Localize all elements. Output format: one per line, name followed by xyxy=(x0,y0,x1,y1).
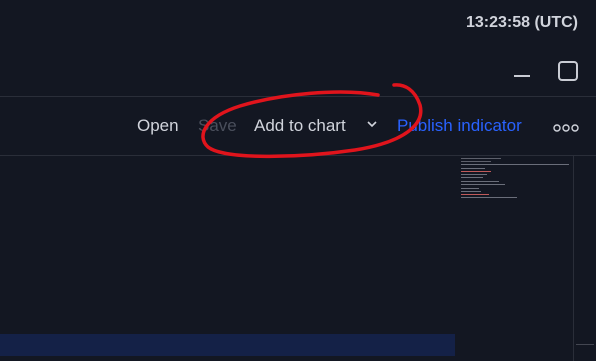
chevron-down-icon[interactable] xyxy=(366,118,378,130)
publish-indicator-button[interactable]: Publish indicator xyxy=(397,116,522,136)
minimap-line xyxy=(461,191,481,192)
minimize-icon[interactable] xyxy=(512,60,534,82)
add-to-chart-button[interactable]: Add to chart xyxy=(254,116,346,136)
minimap-line xyxy=(461,197,517,198)
minimap-line xyxy=(461,171,491,172)
minimap-line xyxy=(461,188,479,189)
minimap[interactable] xyxy=(455,156,573,361)
minimap-line xyxy=(461,177,483,178)
save-button[interactable]: Save xyxy=(198,116,237,136)
minimap-line xyxy=(461,184,505,185)
minimap-line xyxy=(461,181,499,182)
minimap-line xyxy=(461,164,569,165)
top-bar: 13:23:58 (UTC) xyxy=(0,0,596,96)
current-line-highlight xyxy=(0,334,455,356)
code-editor[interactable] xyxy=(0,156,596,361)
minimap-line xyxy=(461,168,485,169)
minimap-line xyxy=(461,158,501,159)
more-horizontal-icon[interactable] xyxy=(553,124,579,132)
minimap-line xyxy=(461,161,491,162)
clock: 13:23:58 (UTC) xyxy=(465,14,578,31)
minimap-line xyxy=(461,194,489,195)
minimap-line xyxy=(461,174,487,175)
vertical-scrollbar[interactable] xyxy=(573,156,596,361)
maximize-icon[interactable] xyxy=(556,60,578,82)
scrollbar-thumb[interactable] xyxy=(576,344,594,345)
open-button[interactable]: Open xyxy=(137,116,179,136)
editor-toolbar: Open Save Add to chart Publish indicator xyxy=(0,97,596,155)
